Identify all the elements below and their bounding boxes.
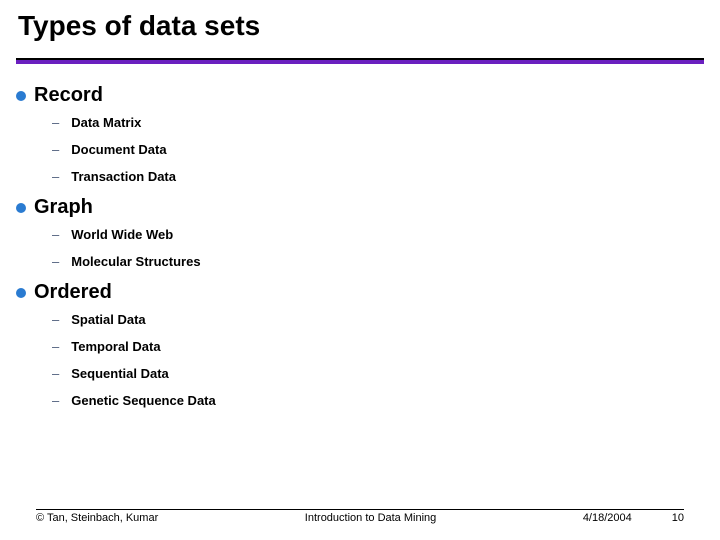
- footer-date: 4/18/2004: [583, 512, 632, 524]
- dash-icon: –: [52, 142, 59, 157]
- section-heading: Graph: [16, 196, 704, 219]
- list-item: –Transaction Data: [52, 169, 704, 184]
- list-item: –Genetic Sequence Data: [52, 393, 704, 408]
- section-heading: Record: [16, 84, 704, 107]
- item-text: Temporal Data: [71, 339, 160, 354]
- section-label: Record: [34, 84, 103, 107]
- list-item: –Document Data: [52, 142, 704, 157]
- dash-icon: –: [52, 339, 59, 354]
- slide-title: Types of data sets: [18, 10, 260, 42]
- item-text: Molecular Structures: [71, 254, 200, 269]
- dash-icon: –: [52, 366, 59, 381]
- footer-course: Introduction to Data Mining: [158, 512, 583, 524]
- item-text: World Wide Web: [71, 227, 173, 242]
- list-item: –World Wide Web: [52, 227, 704, 242]
- dash-icon: –: [52, 393, 59, 408]
- footer-right: 4/18/2004 10: [583, 512, 684, 524]
- section-ordered: Ordered –Spatial Data –Temporal Data –Se…: [16, 281, 704, 408]
- dash-icon: –: [52, 169, 59, 184]
- footer-authors: © Tan, Steinbach, Kumar: [36, 512, 158, 524]
- item-text: Data Matrix: [71, 115, 141, 130]
- bullet-dot-icon: [16, 203, 26, 213]
- item-text: Document Data: [71, 142, 166, 157]
- footer-page: 10: [672, 512, 684, 524]
- slide-content: Record –Data Matrix –Document Data –Tran…: [16, 78, 704, 420]
- list-item: –Data Matrix: [52, 115, 704, 130]
- item-text: Sequential Data: [71, 366, 169, 381]
- section-items: –World Wide Web –Molecular Structures: [52, 227, 704, 269]
- bullet-dot-icon: [16, 91, 26, 101]
- section-heading: Ordered: [16, 281, 704, 304]
- title-rule: [16, 58, 704, 64]
- list-item: –Temporal Data: [52, 339, 704, 354]
- item-text: Spatial Data: [71, 312, 145, 327]
- bullet-dot-icon: [16, 288, 26, 298]
- section-items: –Spatial Data –Temporal Data –Sequential…: [52, 312, 704, 408]
- list-item: –Sequential Data: [52, 366, 704, 381]
- dash-icon: –: [52, 115, 59, 130]
- section-record: Record –Data Matrix –Document Data –Tran…: [16, 84, 704, 184]
- list-item: –Molecular Structures: [52, 254, 704, 269]
- section-label: Graph: [34, 196, 93, 219]
- footer: © Tan, Steinbach, Kumar Introduction to …: [36, 509, 684, 524]
- dash-icon: –: [52, 227, 59, 242]
- section-label: Ordered: [34, 281, 112, 304]
- list-item: –Spatial Data: [52, 312, 704, 327]
- item-text: Genetic Sequence Data: [71, 393, 216, 408]
- item-text: Transaction Data: [71, 169, 176, 184]
- dash-icon: –: [52, 254, 59, 269]
- section-graph: Graph –World Wide Web –Molecular Structu…: [16, 196, 704, 269]
- dash-icon: –: [52, 312, 59, 327]
- section-items: –Data Matrix –Document Data –Transaction…: [52, 115, 704, 184]
- footer-row: © Tan, Steinbach, Kumar Introduction to …: [36, 510, 684, 524]
